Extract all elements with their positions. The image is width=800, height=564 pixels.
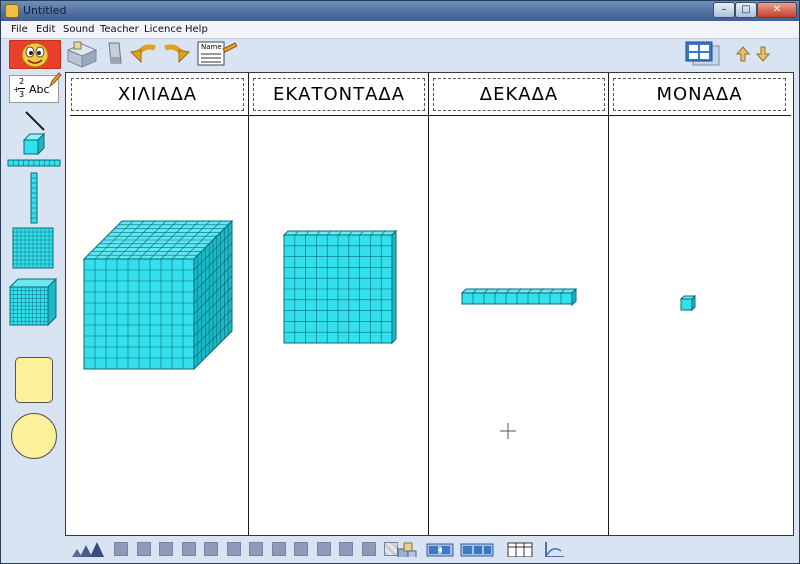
close-button[interactable]: ✕ xyxy=(757,2,797,18)
hundred-flat-tool-icon[interactable] xyxy=(12,227,56,271)
mascot-icon[interactable] xyxy=(9,40,61,70)
arrow-down-icon[interactable] xyxy=(756,46,770,62)
header-tens: ΔΕΚΑΔΑ xyxy=(433,78,605,111)
menu-file[interactable]: File xyxy=(11,24,28,35)
color-swatch[interactable] xyxy=(204,542,218,556)
color-swatch[interactable] xyxy=(159,542,173,556)
axis-icon[interactable] xyxy=(543,541,565,557)
header-hundreds: ΕΚΑΤΟΝΤΑΔΑ xyxy=(253,78,425,111)
maximize-button[interactable]: □ xyxy=(735,2,757,18)
toolbar: Name xyxy=(1,39,799,70)
eraser-icon[interactable] xyxy=(103,41,125,67)
unit-cube-block[interactable] xyxy=(679,294,697,312)
hundred-flat-block[interactable] xyxy=(282,229,400,347)
regroup-right-icon[interactable] xyxy=(460,541,494,557)
zoom-triangles-icon[interactable] xyxy=(71,541,109,557)
app-icon xyxy=(5,4,19,18)
header-divider xyxy=(70,115,791,116)
header-thousands: ΧΙΛΙΑΔΑ xyxy=(71,78,244,111)
line-tool-icon[interactable] xyxy=(23,109,47,133)
bottom-toolbar xyxy=(1,539,799,563)
menu-sound[interactable]: Sound xyxy=(63,24,95,35)
color-swatch[interactable] xyxy=(271,542,286,556)
ten-rod-horizontal-tool-icon[interactable] xyxy=(7,158,61,168)
thousand-cube-tool-icon[interactable] xyxy=(8,277,58,327)
color-swatch[interactable] xyxy=(226,542,241,556)
color-swatch[interactable] xyxy=(114,542,128,556)
fraction-bottom: 3 xyxy=(19,90,25,99)
blocks-box-icon[interactable] xyxy=(65,40,99,68)
thousand-cube-block[interactable] xyxy=(82,217,236,371)
yellow-square-tool[interactable] xyxy=(15,357,53,403)
color-swatch[interactable] xyxy=(136,542,151,556)
crosshair-cursor-icon xyxy=(500,423,516,439)
pencil-icon xyxy=(48,72,62,88)
blocks-stamp-icon[interactable] xyxy=(396,541,418,557)
minimize-button[interactable]: – xyxy=(713,2,735,18)
redo-icon[interactable] xyxy=(161,42,191,66)
yellow-circle-tool[interactable] xyxy=(11,413,57,459)
color-swatch[interactable] xyxy=(249,542,263,556)
fraction-top: 2 xyxy=(19,77,25,86)
window-title: Untitled xyxy=(23,4,67,17)
unit-cube-tool-icon[interactable] xyxy=(21,131,47,157)
tool-palette: + 2 3 Abc xyxy=(1,69,63,541)
ten-rod-block[interactable] xyxy=(460,287,578,307)
menu-edit[interactable]: Edit xyxy=(36,24,55,35)
menu-help[interactable]: Help xyxy=(185,24,208,35)
color-swatch[interactable] xyxy=(339,542,353,556)
ten-rod-vertical-tool-icon[interactable] xyxy=(29,172,39,224)
header-ones: ΜΟΝΑΔΑ xyxy=(613,78,786,111)
color-swatch[interactable] xyxy=(294,542,308,556)
columns-view-icon[interactable] xyxy=(507,541,533,557)
menu-licence[interactable]: Licence xyxy=(144,24,182,35)
menu-bar: File Edit Sound Teacher Licence Help xyxy=(1,21,799,39)
name-card-label: Name xyxy=(201,43,222,51)
title-bar: Untitled – □ ✕ xyxy=(1,1,799,21)
regroup-left-icon[interactable] xyxy=(426,541,454,557)
label-tool[interactable]: + 2 3 Abc xyxy=(9,72,62,103)
name-card-icon[interactable]: Name xyxy=(197,41,237,67)
color-swatch[interactable] xyxy=(361,542,376,556)
app-window: Untitled – □ ✕ File Edit Sound Teacher L… xyxy=(0,0,800,564)
label-tool-text: Abc xyxy=(29,83,50,96)
fraction-bar xyxy=(18,88,25,89)
menu-teacher[interactable]: Teacher xyxy=(100,24,139,35)
arrow-up-icon[interactable] xyxy=(736,46,750,62)
color-swatch[interactable] xyxy=(181,542,196,556)
place-value-board[interactable]: ΧΙΛΙΑΔΑ ΕΚΑΤΟΝΤΑΔΑ ΔΕΚΑΔΑ ΜΟΝΑΔΑ xyxy=(65,72,794,536)
color-swatch[interactable] xyxy=(316,542,331,556)
undo-icon[interactable] xyxy=(129,42,159,66)
layout-view-icon[interactable] xyxy=(685,41,721,67)
